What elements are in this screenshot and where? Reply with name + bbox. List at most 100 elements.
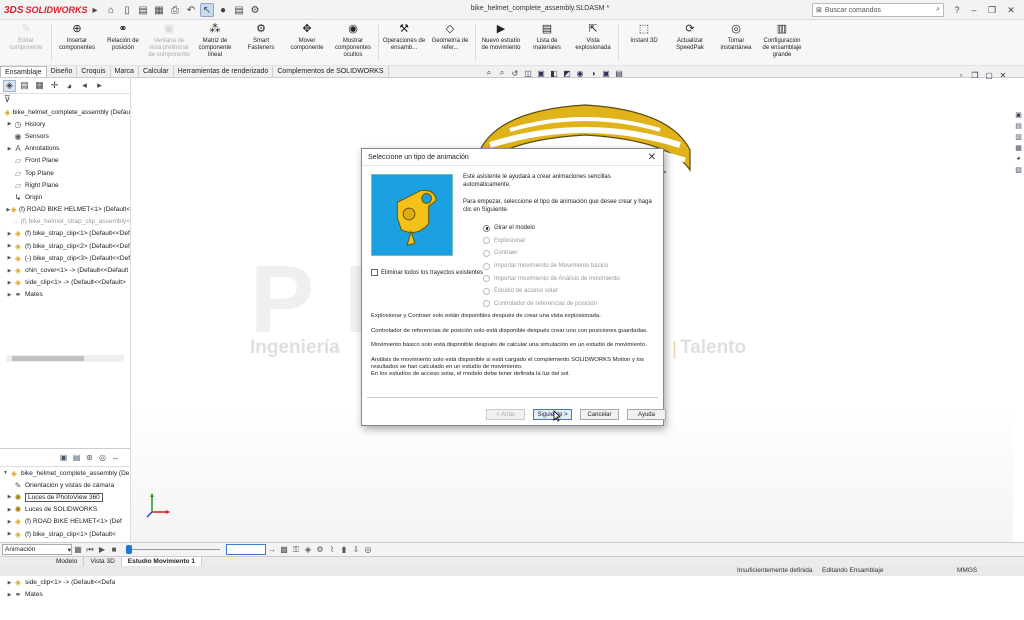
ribbon-button-9[interactable]: ◇ Geometría de refer... bbox=[428, 22, 472, 63]
help-button[interactable]: Ayuda bbox=[627, 409, 666, 420]
panel-scroll-right-icon[interactable]: ▸ bbox=[93, 80, 106, 92]
expand-arrow-icon[interactable]: ▶ bbox=[6, 494, 13, 500]
tree-node[interactable]: ▶ ◈ (f) bike_strap_clip<2> (Default<<Def bbox=[0, 240, 130, 252]
radio-circle[interactable] bbox=[483, 262, 490, 270]
tree-node[interactable]: ▶ ◈ (-) bike_strap_clip<3> (Default<<Def bbox=[0, 252, 130, 264]
rebuild-icon[interactable]: ● bbox=[216, 3, 230, 17]
ribbon-button-4[interactable]: ⁂ Matriz de componente lineal bbox=[193, 22, 237, 63]
close-button[interactable]: ✕ bbox=[1004, 3, 1018, 17]
delete-paths-checkbox[interactable]: Eliminar todos los trayectos existentes bbox=[371, 269, 483, 276]
filter-selected-icon[interactable]: ⊛ bbox=[84, 452, 95, 463]
play-from-start-icon[interactable]: ⏮ bbox=[84, 544, 96, 555]
expand-arrow-icon[interactable]: ▶ bbox=[6, 280, 13, 286]
search-commands-input[interactable]: ⊠ Buscar comandos ⌕ bbox=[812, 3, 944, 17]
tree-node[interactable]: ◉ Sensors bbox=[0, 130, 130, 142]
bottom-tab-1[interactable]: Vista 3D bbox=[84, 557, 122, 566]
help-icon[interactable]: ? bbox=[950, 3, 964, 17]
expand-menu-icon[interactable]: ▸ bbox=[88, 3, 102, 17]
radio-circle[interactable] bbox=[483, 275, 490, 283]
calculate-icon[interactable]: ▦ bbox=[72, 544, 84, 555]
viewport-maximize-icon[interactable]: ▢ bbox=[984, 70, 994, 80]
tree-node[interactable]: ▶ ◷ History bbox=[0, 118, 130, 130]
scene-icon[interactable]: ▣ bbox=[601, 68, 611, 78]
custom-properties-icon[interactable]: ▧ bbox=[1014, 165, 1023, 174]
expand-arrow-icon[interactable]: ▶ bbox=[6, 507, 13, 513]
viewport-minimize-icon[interactable]: ▫ bbox=[956, 70, 966, 80]
tree-node[interactable]: ▶ ◈ side_clip<1> -> (Default<<Defa bbox=[0, 577, 131, 589]
restore-button[interactable]: ❐ bbox=[985, 3, 999, 17]
appearances-icon[interactable]: ◕ bbox=[1014, 154, 1023, 163]
ribbon-button-6[interactable]: ✥ Mover componente bbox=[285, 22, 329, 63]
zoom-area-icon[interactable]: ⌕ bbox=[497, 68, 507, 78]
file-properties-icon[interactable]: ▤ bbox=[232, 3, 246, 17]
cancel-button[interactable]: Cancelar bbox=[580, 409, 619, 420]
previous-view-icon[interactable]: ↺ bbox=[510, 68, 520, 78]
solidworks-logo[interactable]: 3DS SOLIDWORKS bbox=[4, 3, 87, 17]
tree-horizontal-scrollbar[interactable] bbox=[6, 355, 124, 362]
panel-scroll-left-icon[interactable]: ◂ bbox=[78, 80, 91, 92]
tree-node[interactable]: ▶ ◈ (f) ROAD BIKE HELMET<1> (Def bbox=[0, 516, 131, 528]
play-icon[interactable]: ▶ bbox=[96, 544, 108, 555]
ribbon-button-14[interactable]: ⟳ Actualizar SpeedPak bbox=[668, 22, 712, 63]
units-status[interactable]: MMGS bbox=[957, 567, 977, 574]
filter-driving-icon[interactable]: ▤ bbox=[71, 452, 82, 463]
tree-node[interactable]: ▶ ◈ (f) ROAD BIKE HELMET<1> (Default< bbox=[0, 204, 130, 216]
tree-node[interactable]: ▶ ✺ Luces de SOLIDWORKS bbox=[0, 504, 131, 516]
options-gear-icon[interactable]: ⚙ bbox=[248, 3, 262, 17]
ribbon-button-2[interactable]: ⚭ Relación de posición bbox=[101, 22, 145, 63]
animation-option-radio[interactable]: Contraer bbox=[483, 247, 663, 260]
tree-node[interactable]: ▶ ⚭ Mates bbox=[0, 589, 131, 601]
viewport-restore-icon[interactable]: ❐ bbox=[970, 70, 980, 80]
animation-option-radio[interactable]: Estudio de acceso solar bbox=[483, 285, 663, 298]
tree-node[interactable]: ▶ ◈ (f) bike_strap_clip<1> (Default< bbox=[0, 528, 131, 540]
print-icon[interactable]: ⎙ bbox=[168, 3, 182, 17]
expand-arrow-icon[interactable]: ▶ bbox=[6, 580, 13, 586]
view-palette-icon[interactable]: ▦ bbox=[1014, 143, 1023, 152]
add-key-icon[interactable]: ◈ bbox=[302, 544, 314, 555]
tree-node[interactable]: ✎ Orientación y vistas de cámara bbox=[0, 479, 131, 491]
dimxpert-tab-icon[interactable]: ✛ bbox=[48, 80, 61, 92]
tree-node[interactable]: ▼ ◈ bike_helmet_complete_assembly (De bbox=[0, 467, 131, 479]
undo-icon[interactable]: ↶ bbox=[184, 3, 198, 17]
tab-4[interactable]: Calcular bbox=[139, 66, 174, 77]
configuration-manager-tab-icon[interactable]: ▦ bbox=[33, 80, 46, 92]
playback-mode-select[interactable] bbox=[226, 544, 266, 555]
expand-arrow-icon[interactable]: ▶ bbox=[6, 146, 13, 152]
tree-node[interactable]: ▶ A Annotations bbox=[0, 143, 130, 155]
ribbon-button-7[interactable]: ◉ Mostrar componentes ocultos bbox=[331, 22, 375, 63]
tree-node[interactable]: ▶ ⚭ Mates bbox=[0, 289, 130, 301]
dialog-close-icon[interactable]: ✕ bbox=[648, 149, 656, 166]
expand-arrow-icon[interactable]: ▶ bbox=[6, 292, 13, 298]
display-style-icon[interactable]: ◩ bbox=[562, 68, 572, 78]
design-library-icon[interactable]: ▤ bbox=[1014, 121, 1023, 130]
radio-circle[interactable] bbox=[483, 287, 490, 295]
animation-option-radio[interactable]: Importar movimiento de Análisis de movim… bbox=[483, 272, 663, 285]
view-settings-icon[interactable]: ▤ bbox=[614, 68, 624, 78]
expand-arrow-icon[interactable]: ▶ bbox=[6, 531, 13, 537]
radio-circle[interactable] bbox=[483, 237, 490, 245]
animation-option-radio[interactable]: Importar movimiento de Movimiento básico bbox=[483, 260, 663, 273]
viewport-close-icon[interactable]: ✕ bbox=[998, 70, 1008, 80]
ribbon-button-3[interactable]: ▣ Ventana de vista preliminar de componen… bbox=[147, 22, 191, 63]
radio-circle[interactable] bbox=[483, 224, 490, 232]
autokey-icon[interactable]: ⚿ bbox=[290, 544, 302, 555]
tab-1[interactable]: Diseño bbox=[47, 66, 78, 77]
solidworks-resources-icon[interactable]: ▣ bbox=[1014, 110, 1023, 119]
gravity-icon[interactable]: ⇩ bbox=[350, 544, 362, 555]
dynamic-annotation-icon[interactable]: ▣ bbox=[536, 68, 546, 78]
playback-speed-slider[interactable] bbox=[126, 544, 220, 555]
tree-node[interactable]: ◌ (f) bike_helmet_strap_clip_assembly< bbox=[0, 216, 130, 228]
ribbon-button-5[interactable]: ⚙ Smart Fasteners bbox=[239, 22, 283, 63]
tree-node[interactable]: ▶ ◈ chin_cover<1> -> (Default<<Default bbox=[0, 264, 130, 276]
ribbon-button-13[interactable]: ⬚ Instant 3D bbox=[622, 22, 666, 63]
tab-2[interactable]: Croquis bbox=[77, 66, 111, 77]
back-button[interactable]: < Atrás bbox=[486, 409, 525, 420]
animation-option-radio[interactable]: Girar el modelo bbox=[483, 222, 663, 235]
home-icon[interactable]: ⌂ bbox=[104, 3, 118, 17]
tab-6[interactable]: Complementos de SOLIDWORKS bbox=[273, 66, 389, 77]
view-orientation-icon[interactable]: ◧ bbox=[549, 68, 559, 78]
hide-show-icon[interactable]: ◉ bbox=[575, 68, 585, 78]
save-icon[interactable]: ▦ bbox=[152, 3, 166, 17]
expand-arrow-icon[interactable]: ▶ bbox=[6, 268, 13, 274]
expand-arrow-icon[interactable]: ▼ bbox=[2, 470, 9, 476]
